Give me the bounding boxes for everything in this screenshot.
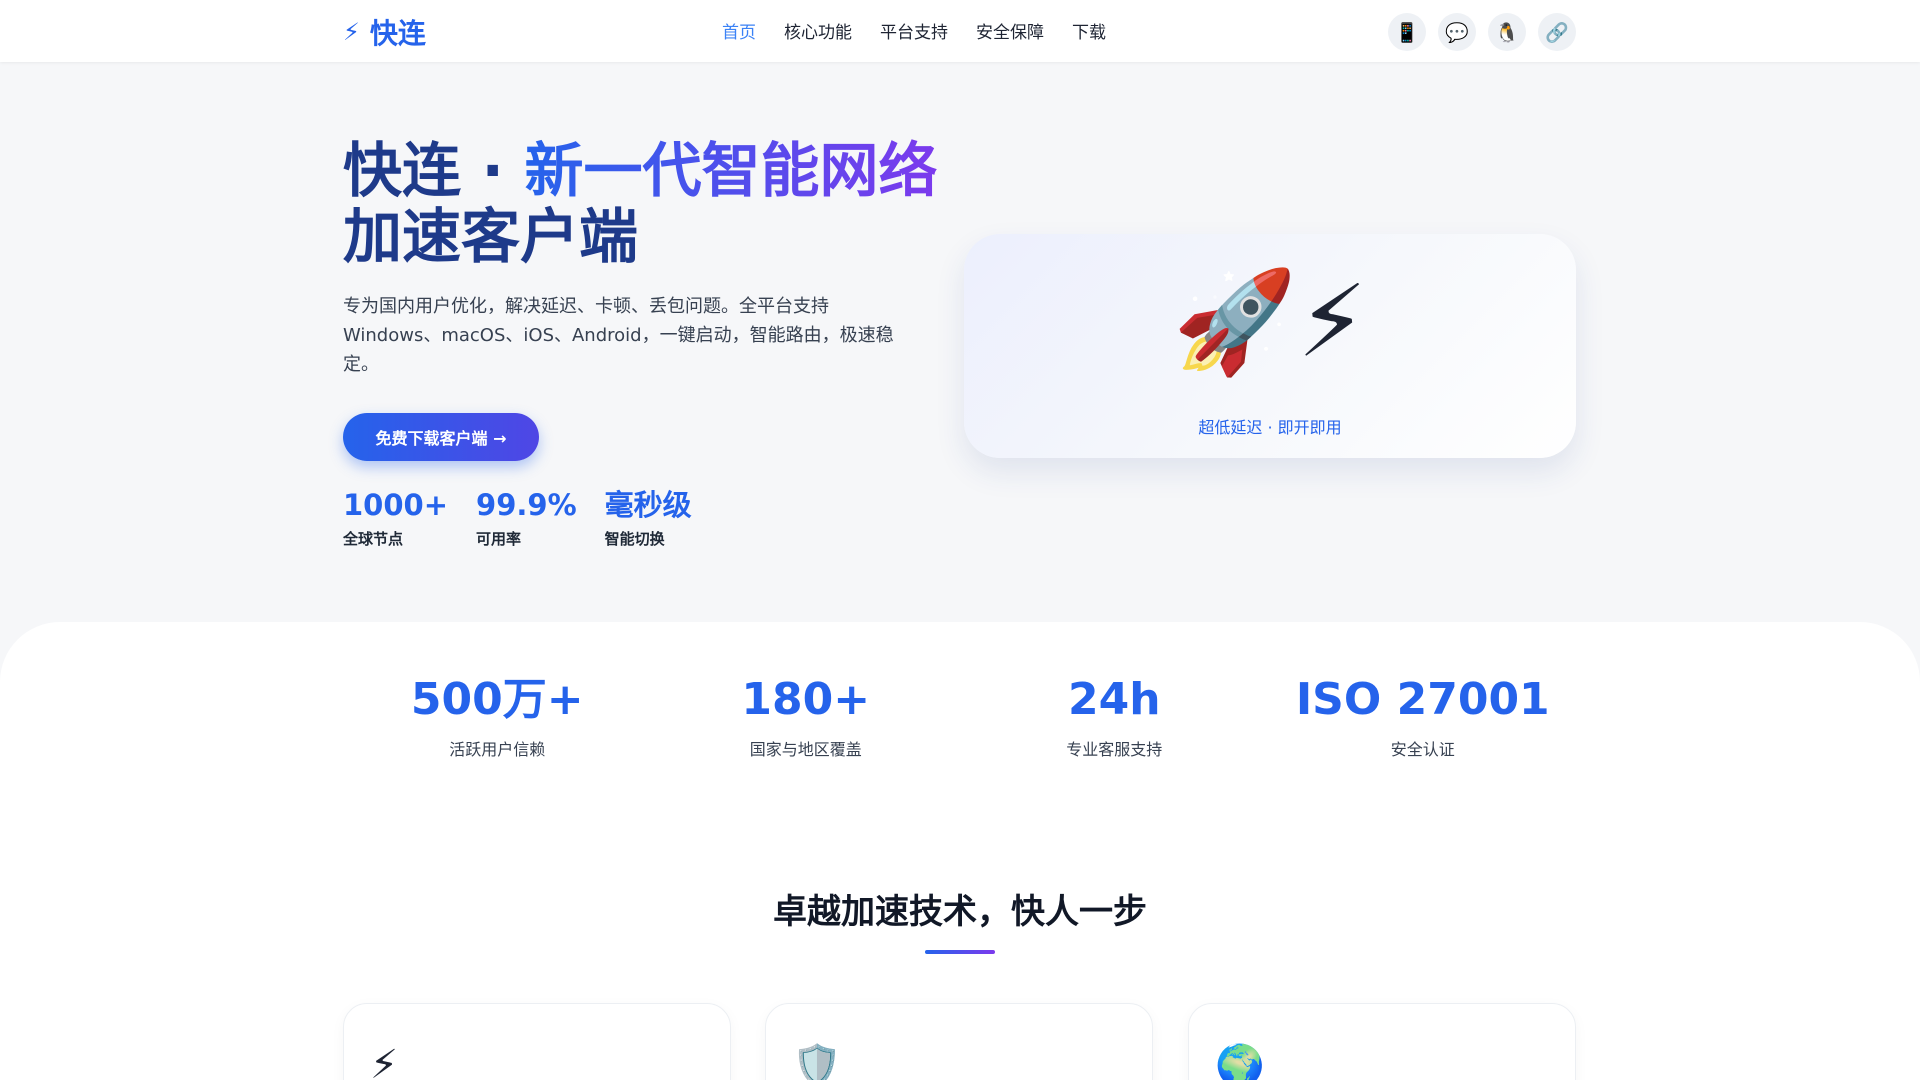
stat-label: 安全认证 <box>1390 740 1455 759</box>
logo[interactable]: ⚡ 快连 <box>343 12 426 52</box>
hero-illustration-card: 🚀⚡ 超低延迟 · 即开即用 <box>964 234 1576 458</box>
hero-card-caption: 超低延迟 · 即开即用 <box>1198 418 1342 437</box>
hero-stats: 1000+ 全球节点 99.9% 可用率 毫秒级 智能切换 <box>343 486 692 549</box>
hero-title-highlight: 新一代智能网络 <box>524 136 938 205</box>
hero-stat-label: 智能切换 <box>604 530 665 548</box>
hero-stat: 1000+ 全球节点 <box>343 486 448 549</box>
lightning-icon: ⚡ <box>370 1042 399 1080</box>
nav-item-platforms[interactable]: 平台支持 <box>880 18 948 43</box>
rocket-icon: 🚀 <box>1172 263 1298 380</box>
nav-item-features[interactable]: 核心功能 <box>784 18 852 43</box>
feature-card-security[interactable]: 🛡️ <box>765 1003 1153 1080</box>
title-underline <box>925 950 995 954</box>
hero-stat-value: 毫秒级 <box>604 488 692 522</box>
chat-icon[interactable]: 💬 <box>1438 13 1476 51</box>
link-icon[interactable]: 🔗 <box>1538 13 1576 51</box>
hero-stat-value: 99.9% <box>476 488 577 522</box>
nav-item-security[interactable]: 安全保障 <box>976 18 1044 43</box>
logo-text: 快连 <box>369 17 426 50</box>
hero-stat: 毫秒级 智能切换 <box>605 486 692 549</box>
main-menu: 首页 核心功能 平台支持 安全保障 下载 <box>722 18 1106 43</box>
stat-label: 专业客服支持 <box>1066 740 1163 759</box>
stat-value: 180+ <box>741 674 871 725</box>
stat-item: 500万+ 活跃用户信赖 <box>343 674 652 760</box>
stats-row: 500万+ 活跃用户信赖 180+ 国家与地区覆盖 24h 专业客服支持 ISO… <box>343 674 1577 760</box>
feature-card-speed[interactable]: ⚡ <box>343 1003 731 1080</box>
download-button[interactable]: 免费下载客户端 → <box>343 413 539 461</box>
hero-stat: 99.9% 可用率 <box>476 486 577 549</box>
nav-item-download[interactable]: 下载 <box>1072 18 1106 43</box>
hero-description: 专为国内用户优化，解决延迟、卡顿、丢包问题。全平台支持Windows、macOS… <box>343 296 894 375</box>
stat-value: 24h <box>1067 674 1161 725</box>
stat-item: 180+ 国家与地区覆盖 <box>652 674 961 760</box>
phone-icon[interactable]: 📱 <box>1388 13 1426 51</box>
stat-item: ISO 27001 安全认证 <box>1269 674 1578 760</box>
lightning-icon: ⚡ <box>343 18 360 46</box>
hero-stat-label: 全球节点 <box>343 530 404 548</box>
hero-title-line2: 加速客户端 <box>343 202 639 271</box>
globe-icon: 🌍 <box>1215 1043 1265 1080</box>
stat-value: ISO 27001 <box>1295 674 1550 725</box>
hero-title-plain: 快连 · <box>343 136 525 205</box>
stat-label: 国家与地区覆盖 <box>749 740 862 759</box>
penguin-icon[interactable]: 🐧 <box>1488 13 1526 51</box>
stat-value: 500万+ <box>410 674 584 725</box>
lightning-icon: ⚡ <box>1297 263 1368 380</box>
nav-item-home[interactable]: 首页 <box>722 18 756 43</box>
stat-label: 活跃用户信赖 <box>449 740 546 759</box>
stat-item: 24h 专业客服支持 <box>960 674 1269 760</box>
top-navbar: ⚡ 快连 首页 核心功能 平台支持 安全保障 下载 📱 💬 🐧 🔗 <box>0 0 1920 62</box>
hero-illustration: 🚀⚡ <box>964 262 1576 382</box>
hero-stat-label: 可用率 <box>476 530 522 548</box>
hero-title: 快连 · 新一代智能网络 加速客户端 <box>343 138 963 270</box>
social-links: 📱 💬 🐧 🔗 <box>1388 13 1576 51</box>
shield-icon: 🛡️ <box>792 1043 842 1080</box>
hero-stat-value: 1000+ <box>343 488 449 522</box>
feature-card-global[interactable]: 🌍 <box>1188 1003 1576 1080</box>
features-title: 卓越加速技术，快人一步 <box>773 892 1147 932</box>
